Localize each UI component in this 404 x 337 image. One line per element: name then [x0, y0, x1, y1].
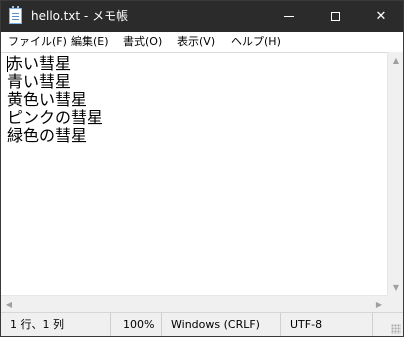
- text-line: 青い彗星: [7, 72, 72, 91]
- close-icon: ✕: [375, 9, 387, 24]
- menu-file[interactable]: ファイル(F): [8, 34, 67, 49]
- status-divider: [280, 313, 281, 336]
- menu-edit[interactable]: 編集(E): [71, 34, 109, 49]
- vertical-scrollbar[interactable]: ▲ ▼: [387, 52, 403, 295]
- text-line: 黄色い彗星: [7, 90, 88, 109]
- arrow-down-icon: ▼: [392, 282, 400, 292]
- minimize-button[interactable]: [266, 1, 312, 32]
- title-bar[interactable]: hello.txt - メモ帳 ✕: [1, 1, 403, 32]
- resize-grip-icon[interactable]: [391, 324, 401, 334]
- status-divider: [161, 313, 162, 336]
- status-bar: 1 行、1 列 100% Windows (CRLF) UTF-8: [1, 312, 403, 336]
- text-line: 赤い彗星: [7, 54, 72, 73]
- maximize-icon: [330, 12, 340, 21]
- status-divider: [110, 313, 111, 336]
- status-line-ending: Windows (CRLF): [171, 318, 260, 331]
- arrow-right-icon: ▶: [375, 299, 383, 309]
- window-title: hello.txt - メモ帳: [31, 9, 129, 23]
- scroll-up-button[interactable]: ▲: [388, 52, 404, 68]
- menu-help[interactable]: ヘルプ(H): [231, 34, 281, 49]
- scroll-down-button[interactable]: ▼: [388, 279, 404, 295]
- text-line: ピンクの彗星: [7, 108, 104, 127]
- maximize-button[interactable]: [312, 1, 358, 32]
- menu-view[interactable]: 表示(V): [177, 34, 215, 49]
- scroll-right-button[interactable]: ▶: [371, 296, 387, 312]
- text-editor-area[interactable]: 赤い彗星 青い彗星 黄色い彗星 ピンクの彗星 緑色の彗星: [1, 52, 387, 295]
- status-zoom: 100%: [123, 318, 155, 331]
- document-text: 赤い彗星 青い彗星 黄色い彗星 ピンクの彗星 緑色の彗星: [7, 55, 103, 145]
- notepad-window: hello.txt - メモ帳 ✕ ファイル(F) 編集(E) 書式(O) 表示…: [0, 0, 404, 337]
- status-cursor-position: 1 行、1 列: [10, 318, 64, 331]
- notepad-app-icon: [9, 6, 22, 24]
- arrow-left-icon: ◀: [5, 299, 13, 309]
- text-caret: [7, 56, 8, 72]
- scrollbar-corner: [387, 295, 403, 312]
- arrow-up-icon: ▲: [392, 55, 400, 65]
- text-line: 緑色の彗星: [7, 126, 88, 145]
- scroll-left-button[interactable]: ◀: [1, 296, 17, 312]
- close-button[interactable]: ✕: [358, 1, 404, 32]
- status-encoding: UTF-8: [290, 318, 323, 331]
- status-divider: [372, 313, 373, 336]
- horizontal-scrollbar[interactable]: ◀ ▶: [1, 295, 387, 312]
- menu-bar: ファイル(F) 編集(E) 書式(O) 表示(V) ヘルプ(H): [1, 32, 403, 52]
- minimize-icon: [284, 16, 294, 17]
- menu-format[interactable]: 書式(O): [123, 34, 162, 49]
